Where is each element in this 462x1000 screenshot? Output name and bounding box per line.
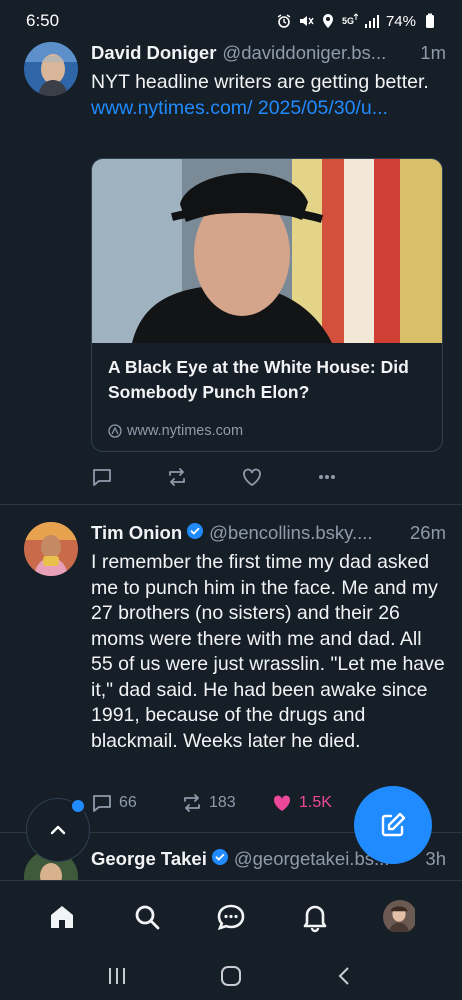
author-name[interactable]: Tim Onion xyxy=(91,522,182,544)
like-button[interactable] xyxy=(241,466,316,488)
home-button[interactable] xyxy=(211,956,251,996)
divider xyxy=(0,504,462,505)
reply-count: 66 xyxy=(119,794,137,811)
nav-profile[interactable] xyxy=(378,895,422,939)
reply-button[interactable] xyxy=(91,466,166,488)
post-actions: 66 183 1.5K xyxy=(91,788,391,818)
compose-icon xyxy=(381,812,406,837)
notifications-icon xyxy=(304,905,327,932)
verified-badge-icon xyxy=(187,523,204,539)
post-actions xyxy=(91,462,391,492)
post-time: 3h xyxy=(425,848,446,869)
battery-percent: 74% xyxy=(385,12,416,30)
reply-icon xyxy=(93,469,111,486)
profile-avatar xyxy=(382,899,417,934)
5g-icon: 5G xyxy=(342,13,358,26)
nav-notifications[interactable] xyxy=(293,895,337,939)
nav-home[interactable] xyxy=(40,895,84,939)
reply-button[interactable]: 66 xyxy=(91,792,181,814)
embed-domain-text: www.nytimes.com xyxy=(127,423,244,439)
bottom-nav xyxy=(0,880,462,952)
new-posts-indicator xyxy=(70,798,86,814)
repost-button[interactable]: 183 xyxy=(181,792,271,814)
avatar[interactable] xyxy=(24,42,78,96)
more-button[interactable] xyxy=(316,466,391,488)
reply-icon xyxy=(93,795,111,812)
heart-icon xyxy=(243,468,261,487)
post-header: David Doniger @daviddoniger.bs... 1m xyxy=(91,42,446,68)
repost-icon xyxy=(184,794,200,812)
recent-apps-icon xyxy=(109,968,125,984)
repost-icon xyxy=(169,468,185,486)
home-icon xyxy=(51,905,74,928)
author-name[interactable]: George Takei xyxy=(91,848,207,870)
alarm-icon xyxy=(277,14,291,28)
author-name[interactable]: David Doniger xyxy=(91,42,216,64)
chevron-up-icon xyxy=(50,825,66,835)
mute-icon xyxy=(299,16,314,26)
recent-apps-button[interactable] xyxy=(97,956,137,996)
post-time: 1m xyxy=(420,42,446,63)
svg-text:5G: 5G xyxy=(342,16,354,26)
nav-chat[interactable] xyxy=(209,895,253,939)
location-icon xyxy=(322,14,333,28)
embed-title: A Black Eye at the White House: Did Some… xyxy=(108,357,409,402)
post-text-body: NYT headline writers are getting better. xyxy=(91,71,429,93)
repost-button[interactable] xyxy=(166,466,241,488)
post-item[interactable]: David Doniger @daviddoniger.bs... 1m NYT… xyxy=(0,42,462,508)
link-embed-card[interactable]: A Black Eye at the White House: Did Some… xyxy=(91,158,443,452)
like-count: 1.5K xyxy=(299,794,332,811)
system-nav-bar xyxy=(0,952,462,1000)
author-handle[interactable]: @bencollins.bsky.... xyxy=(209,522,404,544)
post-text: I remember the first time my dad asked m… xyxy=(91,551,445,752)
home-square-icon xyxy=(221,966,241,986)
heart-icon xyxy=(273,795,291,811)
post-time: 26m xyxy=(410,522,446,543)
author-handle[interactable]: @daviddoniger.bs... xyxy=(222,42,414,64)
repost-count: 183 xyxy=(209,794,236,811)
more-icon xyxy=(319,475,335,479)
chat-icon xyxy=(217,904,245,930)
status-icons: 5G 74% xyxy=(276,13,438,30)
post-link[interactable]: www.nytimes.com/ 2025/05/30/u... xyxy=(91,97,388,119)
embed-image xyxy=(92,159,442,343)
status-bar: 6:50 5G 74% xyxy=(0,0,462,42)
status-time: 6:50 xyxy=(26,11,60,30)
post-item[interactable]: Tim Onion @bencollins.bsky.... 26m I rem… xyxy=(0,520,462,830)
nav-search[interactable] xyxy=(125,895,169,939)
back-button[interactable] xyxy=(325,956,365,996)
search-icon xyxy=(135,905,159,929)
battery-icon xyxy=(426,13,434,28)
globe-icon xyxy=(108,424,122,438)
post-header: Tim Onion @bencollins.bsky.... 26m xyxy=(91,522,446,548)
like-button[interactable]: 1.5K xyxy=(271,792,361,814)
signal-icon xyxy=(364,15,379,28)
avatar[interactable] xyxy=(24,522,78,576)
embed-domain: www.nytimes.com xyxy=(108,423,243,439)
post-text: NYT headline writers are getting better.… xyxy=(91,70,446,121)
back-icon xyxy=(338,967,349,985)
verified-badge-icon xyxy=(211,849,228,865)
compose-button[interactable] xyxy=(354,786,432,864)
